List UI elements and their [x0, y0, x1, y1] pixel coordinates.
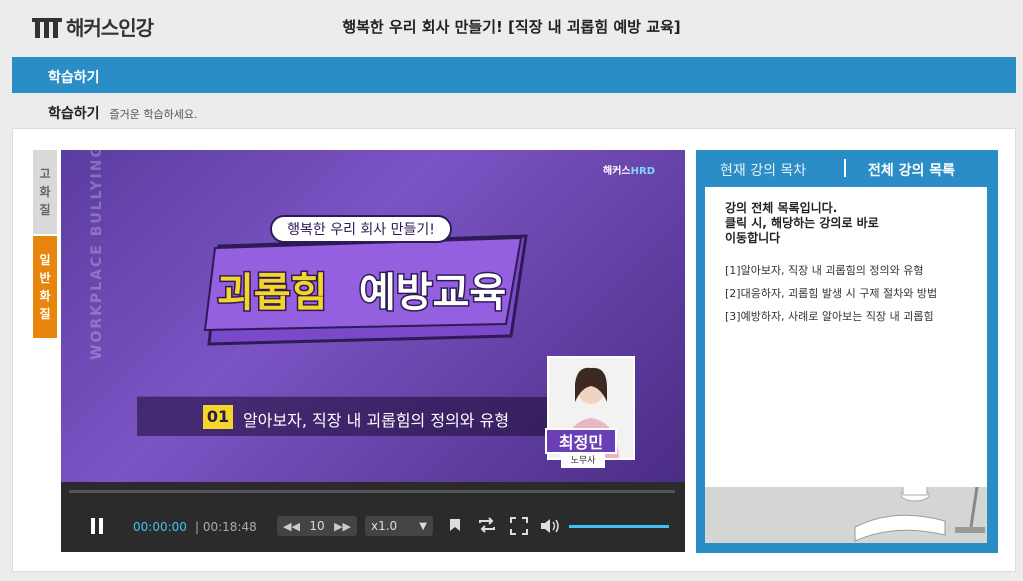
speed-select[interactable]: x1.0 ▼ — [365, 516, 433, 536]
course-list-panel: 현재 강의 목차 전체 강의 목록 강의 전체 목록입니다. 클릭 시, 해당하… — [696, 150, 998, 553]
current-time: 00:00:00 — [133, 520, 187, 534]
video-side-text: WORKPLACE BULLYING — [89, 150, 105, 360]
duration: | 00:18:48 — [195, 520, 257, 534]
hrd-logo: 해커스HRD — [603, 162, 655, 177]
subheader-description: 즐거운 학습하세요. — [109, 108, 198, 121]
course-list: [1]알아보자, 직장 내 괴롭힘의 정의와 유형 [2]대응하자, 괴롭힘 발… — [725, 259, 955, 328]
section-bar-label: 학습하기 — [48, 70, 100, 86]
speed-value: x1.0 — [371, 519, 398, 533]
intro-line: 클릭 시, 해당하는 강의로 바로 — [725, 216, 879, 230]
pause-icon-bar — [99, 518, 103, 534]
title-slate: 행복한 우리 회사 만들기! 괴롭힘 예방교육 — [203, 215, 528, 346]
rewind-icon[interactable]: ◀◀ — [283, 520, 300, 533]
tab-current-contents[interactable]: 현재 강의 목차 — [720, 160, 806, 180]
lesson-caption: 01 알아보자, 직장 내 괴롭힘의 정의와 유형 — [137, 396, 607, 436]
quality-char: 화 — [39, 289, 51, 303]
tab-divider — [844, 159, 846, 177]
slate-title: 예방교육 — [359, 270, 506, 316]
lesson-title: 알아보자, 직장 내 괴롭힘의 정의와 유형 — [243, 411, 510, 430]
desk-lamp-icon — [854, 413, 985, 542]
video-player[interactable]: WORKPLACE BULLYING 해커스HRD 행복한 우리 회사 만들기!… — [61, 150, 685, 482]
chevron-down-icon: ▼ — [419, 520, 427, 532]
tab-all-courses[interactable]: 전체 강의 목록 — [868, 160, 955, 180]
subheader: 학습하기 즐거운 학습하세요. — [48, 103, 197, 123]
course-list-tabs: 현재 강의 목차 전체 강의 목록 — [696, 150, 998, 187]
quality-char: 반 — [39, 271, 51, 285]
list-item[interactable]: [1]알아보자, 직장 내 괴롭힘의 정의와 유형 — [725, 259, 955, 282]
course-list-intro: 강의 전체 목록입니다. 클릭 시, 해당하는 강의로 바로 이동합니다 — [725, 201, 879, 246]
intro-line: 이동합니다 — [725, 231, 781, 245]
hrd-brand: 해커스 — [603, 166, 631, 177]
fullscreen-icon[interactable] — [509, 517, 529, 537]
desk-illustration — [705, 413, 987, 543]
intro-line: 강의 전체 목록입니다. — [725, 201, 838, 215]
quality-char: 일 — [39, 253, 51, 267]
pause-button[interactable] — [87, 516, 107, 536]
list-item[interactable]: [3]예방하자, 사례로 알아보는 직장 내 괴롭힘 — [725, 305, 955, 328]
progress-bar[interactable] — [69, 490, 675, 493]
normal-quality-button[interactable]: 일 반 화 질 — [33, 236, 57, 338]
section-bar: 학습하기 — [12, 57, 1016, 93]
slate-subtitle: 행복한 우리 회사 만들기! — [287, 222, 435, 238]
skip-seconds: 10 — [309, 519, 325, 533]
player-controls: 00:00:00 | 00:18:48 ◀◀ 10 ▶▶ x1.0 ▼ — [61, 482, 685, 552]
header: 해커스인강 행복한 우리 회사 만들기! [직장 내 괴롭힘 예방 교육] — [0, 0, 1023, 56]
volume-fill — [569, 525, 669, 528]
skip-control: ◀◀ 10 ▶▶ — [277, 516, 357, 536]
forward-icon[interactable]: ▶▶ — [334, 520, 351, 533]
volume-slider[interactable] — [569, 525, 669, 528]
quality-char: 화 — [39, 185, 51, 199]
list-item[interactable]: [2]대응하자, 괴롭힘 발생 시 구제 절차와 방법 — [725, 282, 955, 305]
quality-char: 질 — [39, 203, 51, 217]
hrd-accent: HRD — [630, 166, 655, 177]
presenter-name: 최정민 — [545, 428, 617, 454]
subheader-title: 학습하기 — [48, 106, 100, 122]
pause-icon-bar — [91, 518, 95, 534]
quality-char: 고 — [39, 167, 51, 181]
bookmark-icon[interactable] — [445, 517, 465, 537]
page-title: 행복한 우리 회사 만들기! [직장 내 괴롭힘 예방 교육] — [342, 18, 681, 36]
slate-title-highlight: 괴롭힘 — [217, 270, 327, 316]
quality-char: 질 — [39, 307, 51, 321]
repeat-icon[interactable] — [477, 517, 497, 537]
learning-panel: 고 화 질 일 반 화 질 WORKPLACE BULLYING 해커스HRD … — [12, 128, 1016, 572]
volume-icon[interactable] — [539, 517, 559, 537]
presenter-role: 노무사 — [561, 454, 605, 468]
course-list-body: 강의 전체 목록입니다. 클릭 시, 해당하는 강의로 바로 이동합니다 [1]… — [705, 187, 987, 543]
lesson-number: 01 — [203, 405, 233, 429]
high-quality-button[interactable]: 고 화 질 — [33, 150, 57, 234]
